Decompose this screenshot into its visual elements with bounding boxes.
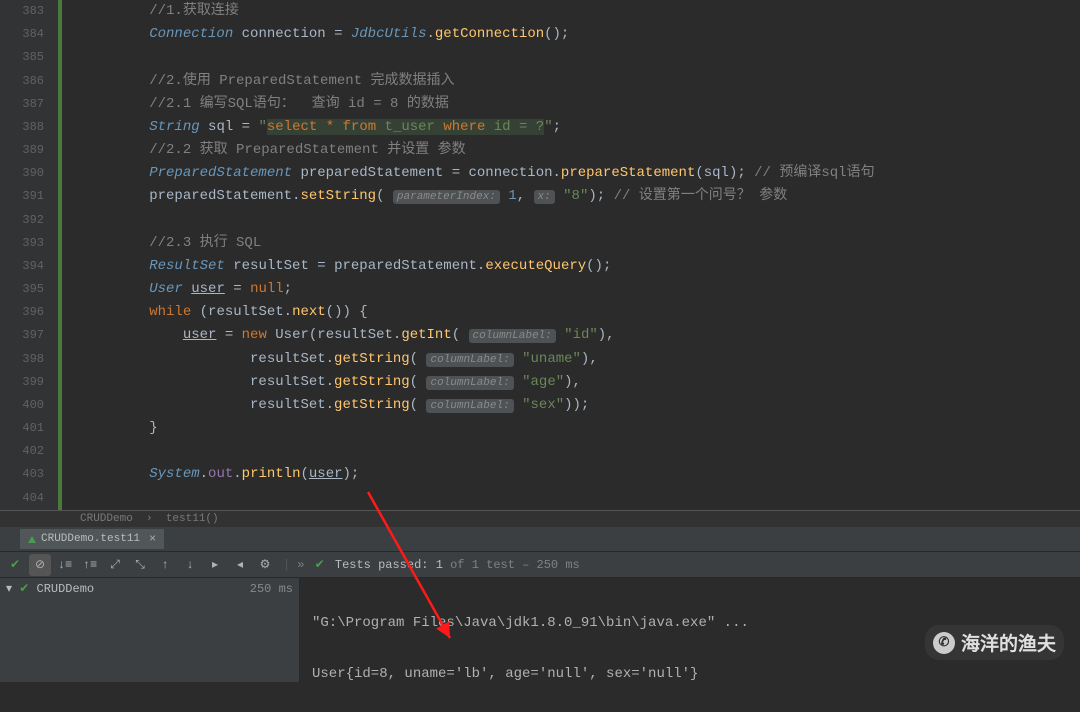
code-line[interactable]: //2.2 获取 PreparedStatement 并设置 参数 (82, 139, 1080, 162)
tests-passed-icon: ✔ (315, 557, 325, 572)
line-number: 397 (0, 324, 44, 347)
wechat-icon: ✆ (933, 632, 955, 654)
line-number: 396 (0, 301, 44, 324)
collapse-icon[interactable]: ⤡ (129, 554, 151, 576)
code-line[interactable]: //2.1 编写SQL语句： 查询 id = 8 的数据 (82, 93, 1080, 116)
code-line[interactable]: //1.获取连接 (82, 0, 1080, 23)
code-line[interactable]: } (82, 417, 1080, 440)
output-line: User{id=8, uname='lb', age='null', sex='… (312, 666, 698, 682)
code-line[interactable]: resultSet.getString( columnLabel: "uname… (82, 348, 1080, 371)
watermark: ✆ 海洋的渔夫 (925, 625, 1064, 660)
code-line[interactable]: resultSet.getString( columnLabel: "age")… (82, 371, 1080, 394)
settings-icon[interactable]: ⚙ (254, 554, 276, 576)
line-number: 390 (0, 162, 44, 185)
code-line[interactable] (82, 46, 1080, 69)
export-icon[interactable]: ▸ (204, 554, 226, 576)
run-panel: ▾ ✔ CRUDDemo 250 ms "G:\Program Files\Ja… (0, 578, 1080, 682)
code-line[interactable]: while (resultSet.next()) { (82, 301, 1080, 324)
code-line[interactable]: ResultSet resultSet = preparedStatement.… (82, 255, 1080, 278)
line-number: 399 (0, 371, 44, 394)
line-number: 387 (0, 93, 44, 116)
sort-down-icon[interactable]: ↓≡ (54, 554, 76, 576)
line-number: 402 (0, 440, 44, 463)
import-icon[interactable]: ◂ (229, 554, 251, 576)
next-icon[interactable]: ↓ (179, 554, 201, 576)
line-number: 384 (0, 23, 44, 46)
sort-up-icon[interactable]: ↑≡ (79, 554, 101, 576)
run-tab[interactable]: CRUDDemo.test11 × (20, 529, 164, 549)
code-line[interactable]: user = new User(resultSet.getInt( column… (82, 324, 1080, 347)
run-toolbar: ✔ ⊘ ↓≡ ↑≡ ⤢ ⤡ ↑ ↓ ▸ ◂ ⚙ | » ✔ Tests pass… (0, 552, 1080, 578)
line-number: 398 (0, 348, 44, 371)
code-line[interactable] (82, 209, 1080, 232)
code-content[interactable]: //1.获取连接 Connection connection = JdbcUti… (62, 0, 1080, 510)
test-tree[interactable]: ▾ ✔ CRUDDemo 250 ms (0, 578, 300, 682)
line-number: 400 (0, 394, 44, 417)
code-line[interactable]: //2.使用 PreparedStatement 完成数据插入 (82, 70, 1080, 93)
line-gutter: 3833843853863873883893903913923933943953… (0, 0, 62, 510)
code-editor[interactable]: 3833843853863873883893903913923933943953… (0, 0, 1080, 510)
line-number: 404 (0, 487, 44, 510)
code-line[interactable]: preparedStatement.setString( parameterIn… (82, 185, 1080, 208)
disabled-icon[interactable]: ⊘ (29, 554, 51, 576)
code-line[interactable]: User user = null; (82, 278, 1080, 301)
line-number: 389 (0, 139, 44, 162)
breadcrumb[interactable]: CRUDDemo › test11() (0, 510, 1080, 526)
line-number: 395 (0, 278, 44, 301)
line-number: 388 (0, 116, 44, 139)
expand-icon[interactable]: ⤢ (104, 554, 126, 576)
code-line[interactable] (82, 487, 1080, 510)
line-number: 391 (0, 185, 44, 208)
code-line[interactable]: Connection connection = JdbcUtils.getCon… (82, 23, 1080, 46)
code-line[interactable]: //2.3 执行 SQL (82, 232, 1080, 255)
output-line: "G:\Program Files\Java\jdk1.8.0_91\bin\j… (312, 615, 749, 631)
code-line[interactable]: String sql = "select * from t_user where… (82, 116, 1080, 139)
line-number: 394 (0, 255, 44, 278)
line-number: 403 (0, 463, 44, 486)
code-line[interactable] (82, 440, 1080, 463)
run-tab-bar: CRUDDemo.test11 × (0, 526, 1080, 552)
code-line[interactable]: PreparedStatement preparedStatement = co… (82, 162, 1080, 185)
line-number: 385 (0, 46, 44, 69)
prev-icon[interactable]: ↑ (154, 554, 176, 576)
line-number: 401 (0, 417, 44, 440)
run-icon (28, 536, 36, 543)
check-icon[interactable]: ✔ (4, 554, 26, 576)
code-line[interactable]: resultSet.getString( columnLabel: "sex")… (82, 394, 1080, 417)
line-number: 393 (0, 232, 44, 255)
code-line[interactable]: System.out.println(user); (82, 463, 1080, 486)
line-number: 392 (0, 209, 44, 232)
close-icon[interactable]: × (149, 532, 156, 546)
line-number: 383 (0, 0, 44, 23)
line-number: 386 (0, 70, 44, 93)
